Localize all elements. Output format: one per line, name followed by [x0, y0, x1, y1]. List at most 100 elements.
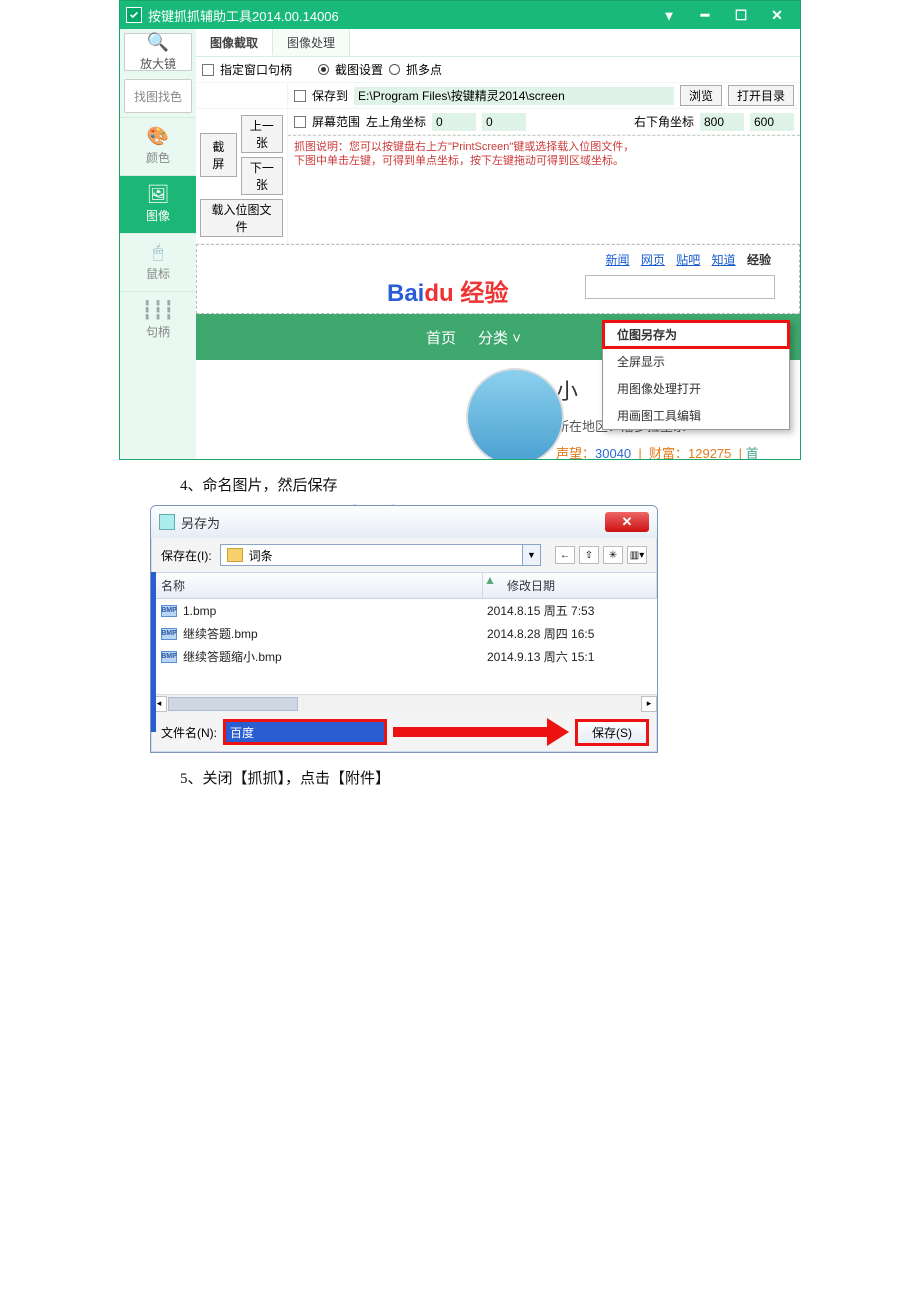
user-stats: 声望：30040 | 财富：129275 | 首	[556, 443, 790, 459]
nav-web[interactable]: 网页	[641, 253, 665, 267]
load-bitmap-button[interactable]: 载入位图文件	[200, 199, 283, 237]
nav-tieba[interactable]: 贴吧	[676, 253, 700, 267]
folder-combo-arrow[interactable]: ▼	[523, 544, 541, 566]
next-image-button[interactable]: 下一张	[241, 157, 283, 195]
mouse-icon: 🖱	[153, 243, 164, 261]
tab-image-process[interactable]: 图像处理	[273, 29, 350, 56]
sliders-icon: ┇┇┇	[142, 301, 175, 319]
folder-name: 词条	[249, 547, 273, 564]
path-input[interactable]	[354, 87, 674, 105]
image-icon: 🖼	[147, 185, 170, 203]
ctx-fullscreen[interactable]: 全屏显示	[603, 348, 789, 375]
app-title: 按键抓抓辅助工具2014.00.14006	[148, 6, 339, 25]
filename-input[interactable]: 百度	[225, 721, 385, 743]
open-dir-button[interactable]: 打开目录	[728, 85, 794, 106]
sidebar-label: 放大镜	[140, 55, 176, 72]
file-date: 2014.8.28 周四 16:5	[487, 625, 647, 642]
radio-multi-point[interactable]	[389, 64, 400, 75]
sidebar-label: 句柄	[146, 323, 170, 340]
label-save-to: 保存到	[312, 87, 348, 104]
col-date[interactable]: 修改日期	[497, 573, 657, 598]
folder-combo[interactable]: 词条	[220, 544, 523, 566]
baidu-search-input[interactable]	[585, 275, 775, 299]
file-list-header: 名称 ▲ 修改日期	[151, 572, 657, 599]
col-name[interactable]: 名称	[151, 573, 483, 598]
close-button[interactable]: ✕	[760, 4, 794, 26]
label-screen-range: 屏幕范围	[312, 113, 360, 130]
baidu-logo: Baidu 经验	[387, 273, 508, 308]
settings-row-3: 屏幕范围 左上角坐标 右下角坐标	[288, 109, 800, 135]
label-specify-window: 指定窗口句柄	[220, 61, 292, 78]
maximize-button[interactable]: ☐	[724, 4, 758, 26]
user-avatar	[466, 368, 564, 459]
settings-row-1: 指定窗口句柄 截图设置 抓多点	[196, 57, 800, 83]
file-list: BMP 1.bmp 2014.8.15 周五 7:53 BMP继续答题.bmp 2…	[151, 599, 657, 694]
sidebar-item-image[interactable]: 🖼 图像	[120, 175, 196, 233]
caption-step4: 4、命名图片，然后保存	[180, 474, 920, 495]
sidebar-item-mouse[interactable]: 🖱 鼠标	[120, 233, 196, 291]
baidu-tab-category[interactable]: 分类 ˅	[478, 327, 521, 348]
sidebar-item-handle[interactable]: ┇┇┇ 句柄	[120, 291, 196, 349]
prev-image-button[interactable]: 上一张	[241, 115, 283, 153]
save-button[interactable]: 保存(S)	[577, 721, 647, 744]
dialog-icon	[159, 514, 175, 530]
nav-jingyan[interactable]: 经验	[747, 253, 771, 267]
sidebar-item-color[interactable]: 🎨 颜色	[120, 117, 196, 175]
sidebar-item-magnifier[interactable]: 🔍 放大镜	[124, 33, 192, 71]
dialog-bottom-row: 文件名(N): 百度 保存(S)	[151, 712, 657, 752]
nav-news[interactable]: 新闻	[606, 253, 630, 267]
checkbox-screen-range[interactable]	[294, 116, 306, 128]
ctx-save-as-bitmap[interactable]: 位图另存为	[603, 321, 789, 348]
checkbox-save-to[interactable]	[294, 90, 306, 102]
list-item[interactable]: BMP继续答题缩小.bmp 2014.9.13 周六 15:1	[151, 645, 657, 668]
br-x-input[interactable]	[700, 113, 744, 131]
list-item[interactable]: BMP 1.bmp 2014.8.15 周五 7:53	[151, 599, 657, 622]
dialog-left-strip	[151, 572, 156, 732]
tl-x-input[interactable]	[432, 113, 476, 131]
instruction-note: 抓图说明：您可以按键盘右上方"PrintScreen"键或选择载入位图文件， 下…	[288, 135, 800, 172]
file-date: 2014.9.13 周六 15:1	[487, 648, 647, 665]
file-date: 2014.8.15 周五 7:53	[487, 602, 647, 619]
palette-icon: 🎨	[147, 127, 169, 145]
nav-newfolder-icon[interactable]: ✳	[603, 546, 623, 564]
nav-back-icon[interactable]: ←	[555, 546, 575, 564]
nav-view-icon[interactable]: ▥▾	[627, 546, 647, 564]
sidebar-item-find[interactable]: 找图找色	[124, 79, 192, 113]
label-bottomright: 右下角坐标	[634, 113, 694, 130]
save-in-row: 保存在(I): 词条 ▼ ← ⇧ ✳ ▥▾	[151, 538, 657, 572]
nav-up-icon[interactable]: ⇧	[579, 546, 599, 564]
file-name: 1.bmp	[183, 604, 216, 618]
minimize-button[interactable]: ━	[688, 4, 722, 26]
sort-arrow-icon[interactable]: ▲	[483, 573, 497, 598]
folder-icon	[227, 548, 243, 562]
left-button-column	[196, 83, 288, 109]
radio-capture-setting[interactable]	[318, 64, 329, 75]
screenshot-button[interactable]: 截屏	[200, 133, 237, 177]
save-in-label: 保存在(I):	[161, 547, 212, 564]
browse-button[interactable]: 浏览	[680, 85, 722, 106]
preview-area[interactable]: ▲ 新闻 网页 贴吧 知道 经验 Baidu 经验	[196, 243, 800, 459]
sidebar-label: 鼠标	[146, 265, 170, 282]
sidebar-label: 找图找色	[134, 88, 182, 105]
scroll-thumb[interactable]	[168, 697, 298, 711]
dialog-titlebar: 另存为 ✕	[151, 506, 657, 538]
horizontal-scrollbar[interactable]: ◂ ▸	[151, 694, 657, 712]
baidu-nav: 新闻 网页 贴吧 知道 经验	[602, 251, 775, 268]
checkbox-specify-window[interactable]	[202, 64, 214, 76]
dialog-close-button[interactable]: ✕	[605, 512, 649, 532]
bmp-icon: BMP	[161, 605, 177, 617]
nav-zhidao[interactable]: 知道	[712, 253, 736, 267]
list-item[interactable]: BMP继续答题.bmp 2014.8.28 周四 16:5	[151, 622, 657, 645]
ctx-open-paint[interactable]: 用画图工具编辑	[603, 402, 789, 429]
left-button-column-2: 截屏 上一张 下一张 载入位图文件	[196, 109, 288, 243]
save-as-dialog: 另存为 ✕ 保存在(I): 词条 ▼ ← ⇧ ✳ ▥▾	[150, 505, 658, 753]
br-y-input[interactable]	[750, 113, 794, 131]
sidebar-label: 颜色	[146, 149, 170, 166]
scroll-right-icon[interactable]: ▸	[641, 696, 657, 712]
baidu-tab-home[interactable]: 首页	[426, 327, 456, 348]
ctx-open-image-process[interactable]: 用图像处理打开	[603, 375, 789, 402]
label-multi-point: 抓多点	[406, 61, 442, 78]
titlebar-menu-icon[interactable]: ▾	[652, 4, 686, 26]
tl-y-input[interactable]	[482, 113, 526, 131]
tab-image-capture[interactable]: 图像截取	[196, 29, 273, 56]
